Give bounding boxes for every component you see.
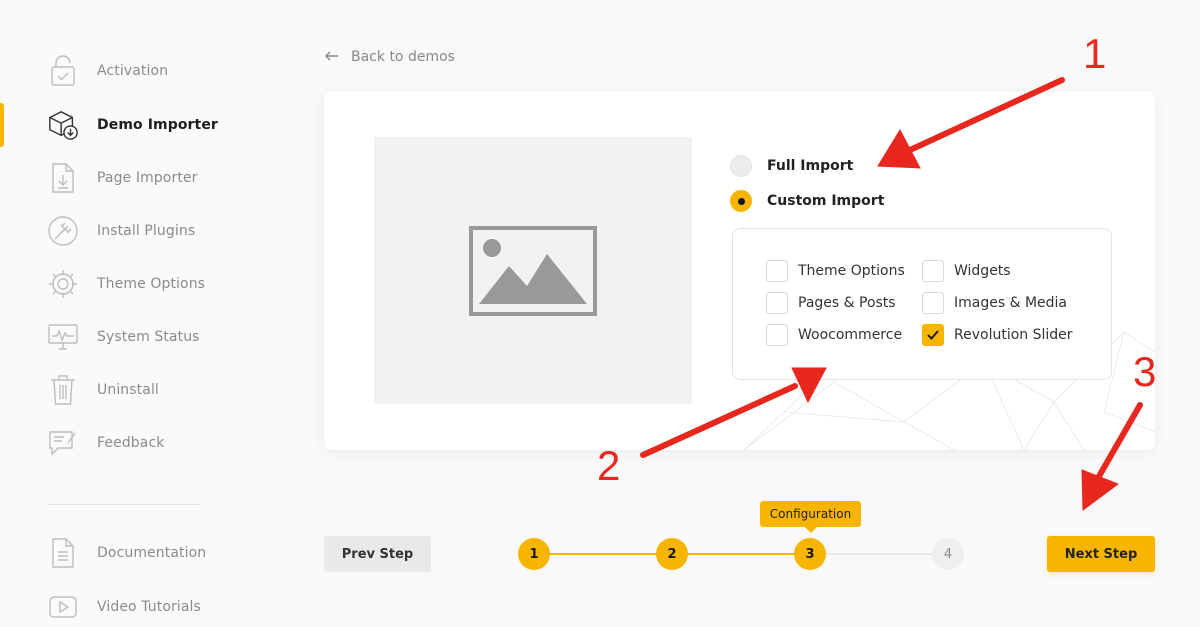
sidebar-item-install-plugins[interactable]: Install Plugins [0, 207, 271, 255]
checkbox [766, 260, 788, 282]
sidebar-item-video-tutorials[interactable]: Video Tutorials [0, 583, 271, 627]
sidebar-item-label: Activation [97, 63, 169, 79]
checkbox [766, 324, 788, 346]
option-revolution-slider[interactable]: Revolution Slider [922, 324, 1073, 346]
custom-import-options: Theme Options Widgets Pages & Posts Imag… [732, 228, 1112, 380]
sidebar-item-label: Theme Options [97, 276, 206, 292]
option-label: Images & Media [954, 295, 1068, 311]
sidebar-item-label: Documentation [97, 545, 207, 561]
feedback-icon [47, 426, 79, 460]
demo-preview-image [374, 137, 692, 404]
monitor-icon [47, 320, 79, 354]
sidebar-item-page-importer[interactable]: Page Importer [0, 154, 271, 202]
option-label: Revolution Slider [954, 327, 1073, 343]
step-1[interactable]: 1 [518, 538, 550, 570]
annotation-number-1: 1 [1083, 30, 1107, 77]
main-panel: Back to demos Full Import Custom Import … [271, 0, 1200, 627]
back-link-label: Back to demos [351, 49, 455, 65]
prev-step-button[interactable]: Prev Step [324, 536, 431, 572]
plug-icon [47, 214, 79, 248]
full-import-radio[interactable]: Full Import [730, 155, 853, 177]
sidebar: Activation Demo Importer Page Importer I… [0, 0, 271, 627]
gear-icon [47, 267, 79, 301]
sidebar-item-label: Page Importer [97, 170, 198, 186]
option-widgets[interactable]: Widgets [922, 260, 1011, 282]
option-woocommerce[interactable]: Woocommerce [766, 324, 902, 346]
radio-label: Full Import [767, 158, 854, 174]
sidebar-item-documentation[interactable]: Documentation [0, 529, 271, 577]
sidebar-item-theme-options[interactable]: Theme Options [0, 260, 271, 308]
trash-icon [47, 373, 79, 407]
custom-import-radio[interactable]: Custom Import [730, 190, 884, 212]
back-to-demos-link[interactable]: Back to demos [325, 49, 455, 65]
sidebar-item-label: Demo Importer [97, 117, 218, 133]
file-download-icon [47, 161, 79, 195]
step-2[interactable]: 2 [656, 538, 688, 570]
arrow-left-icon [325, 49, 339, 65]
sidebar-item-label: Uninstall [97, 382, 159, 398]
radio-circle [730, 155, 752, 177]
video-play-icon [47, 590, 79, 624]
checkbox [766, 292, 788, 314]
radio-circle-checked [730, 190, 752, 212]
sidebar-item-demo-importer[interactable]: Demo Importer [0, 101, 271, 149]
sidebar-item-activation[interactable]: Activation [0, 47, 271, 95]
step-4[interactable]: 4 [932, 538, 964, 570]
annotation-number-3: 3 [1133, 348, 1157, 395]
sidebar-item-label: Video Tutorials [97, 599, 201, 615]
checkbox [922, 260, 944, 282]
option-label: Widgets [954, 263, 1011, 279]
image-placeholder-icon [469, 225, 597, 316]
sidebar-item-system-status[interactable]: System Status [0, 313, 271, 361]
checkbox-checked [922, 324, 944, 346]
option-label: Woocommerce [798, 327, 903, 343]
next-step-button[interactable]: Next Step [1047, 536, 1155, 572]
sidebar-divider [47, 504, 200, 505]
annotation-number-2: 2 [597, 442, 621, 489]
step-tooltip: Configuration [760, 501, 861, 533]
document-icon [47, 536, 79, 570]
sidebar-item-uninstall[interactable]: Uninstall [0, 366, 271, 414]
sidebar-item-label: System Status [97, 329, 200, 345]
sidebar-item-label: Install Plugins [97, 223, 196, 239]
checkbox [922, 292, 944, 314]
radio-label: Custom Import [767, 193, 885, 209]
step-3[interactable]: 3 [794, 538, 826, 570]
demo-card: Full Import Custom Import Theme Options … [324, 92, 1155, 450]
box-download-icon [47, 108, 79, 142]
option-label: Pages & Posts [798, 295, 896, 311]
option-images-media[interactable]: Images & Media [922, 292, 1067, 314]
option-label: Theme Options [798, 263, 905, 279]
checkmark-icon [927, 330, 939, 340]
progress-line-remaining [810, 553, 948, 555]
option-theme-options[interactable]: Theme Options [766, 260, 905, 282]
option-pages-posts[interactable]: Pages & Posts [766, 292, 896, 314]
lock-icon [47, 54, 79, 88]
sidebar-item-label: Feedback [97, 435, 165, 451]
sidebar-item-feedback[interactable]: Feedback [0, 419, 271, 467]
